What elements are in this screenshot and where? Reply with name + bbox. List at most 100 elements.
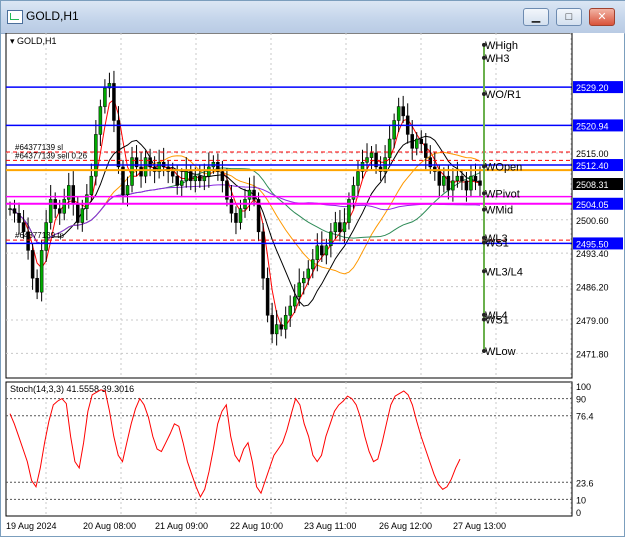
minimize-button[interactable]: ▁ bbox=[523, 8, 549, 26]
candle-body bbox=[30, 250, 35, 279]
y-tick-label: 2471.80 bbox=[576, 349, 609, 359]
candle-body bbox=[288, 305, 292, 316]
candle-body bbox=[189, 171, 193, 182]
candle-body bbox=[12, 208, 17, 214]
candle-body bbox=[437, 171, 442, 186]
candle-body bbox=[198, 175, 202, 182]
candle-body bbox=[89, 175, 94, 195]
candle-body bbox=[234, 213, 238, 223]
candle-body bbox=[442, 175, 446, 186]
order-label: #64377139 tp bbox=[15, 231, 64, 240]
candle-body bbox=[252, 189, 256, 200]
candle-body bbox=[392, 120, 396, 140]
level-label: WHigh bbox=[485, 40, 518, 52]
candle-body bbox=[57, 208, 62, 214]
candle-body bbox=[464, 180, 469, 191]
candle-body bbox=[80, 208, 85, 223]
candle-body bbox=[455, 175, 460, 182]
x-tick-label: 27 Aug 13:00 bbox=[453, 521, 506, 531]
chart-area[interactable]: 2515.00 2500.60 2493.40 2486.20 2479.00 2471.… bbox=[1, 33, 624, 536]
candle-body bbox=[311, 259, 315, 270]
candle-body bbox=[71, 185, 76, 205]
candle-body bbox=[369, 152, 374, 158]
x-tick-label: 20 Aug 08:00 bbox=[83, 521, 136, 531]
stoch-title: Stoch(14,3,3) 41.5558 39.3016 bbox=[10, 384, 134, 394]
candle-body bbox=[446, 175, 451, 191]
candle-body bbox=[320, 245, 324, 256]
candle-body bbox=[8, 208, 12, 210]
candle-body bbox=[424, 143, 428, 158]
candle-body bbox=[469, 175, 473, 191]
candle-body bbox=[139, 166, 143, 177]
candle-body bbox=[342, 222, 347, 233]
x-tick-label: 22 Aug 10:00 bbox=[230, 521, 283, 531]
window-title: GOLD,H1 bbox=[26, 9, 79, 23]
close-icon: ✕ bbox=[597, 11, 607, 23]
candle-body bbox=[39, 250, 44, 293]
x-tick-label: 19 Aug 2024 bbox=[6, 521, 57, 531]
maximize-button[interactable]: □ bbox=[556, 8, 582, 26]
candle-body bbox=[302, 277, 306, 284]
chart-app-icon bbox=[7, 10, 23, 24]
stoch-tick-label: 76.4 bbox=[576, 412, 594, 422]
y-tick-label: 2493.40 bbox=[576, 249, 609, 259]
price-box-label: 2529.20 bbox=[576, 83, 609, 93]
candle-body bbox=[315, 245, 320, 260]
y-tick-label: 2515.00 bbox=[576, 149, 609, 159]
candle-body bbox=[76, 203, 80, 223]
candle-body bbox=[220, 171, 225, 182]
candle-body bbox=[35, 277, 39, 293]
candle-body bbox=[202, 175, 207, 182]
stoch-tick-label: 23.6 bbox=[576, 478, 594, 488]
candle-body bbox=[460, 175, 464, 182]
y-tick-label: 2479.00 bbox=[576, 316, 609, 326]
level-label: WOpen bbox=[485, 161, 522, 173]
candle-body bbox=[324, 245, 329, 256]
candle-body bbox=[306, 268, 311, 279]
candle-body bbox=[451, 180, 455, 191]
candle-body bbox=[98, 106, 103, 135]
candle-body bbox=[473, 175, 478, 182]
stoch-tick-label: 10 bbox=[576, 495, 586, 505]
candle-body bbox=[17, 213, 21, 223]
y-tick-label: 2486.20 bbox=[576, 283, 609, 293]
candle-body bbox=[193, 175, 198, 182]
candle-body bbox=[279, 324, 283, 330]
level-label: WS1 bbox=[485, 315, 509, 327]
candle-body bbox=[274, 324, 279, 335]
level-label: WL3/L4 bbox=[485, 266, 523, 278]
candle-body bbox=[207, 166, 211, 177]
stoch-panel bbox=[5, 381, 573, 517]
candle-body bbox=[410, 134, 414, 149]
candle-body bbox=[401, 106, 405, 117]
candle-body bbox=[478, 180, 482, 186]
candle-body bbox=[238, 208, 243, 223]
level-label: WPivot bbox=[485, 188, 520, 200]
price-box-label: 2495.50 bbox=[576, 239, 609, 249]
level-label: WH3 bbox=[485, 53, 509, 65]
candle-body bbox=[283, 315, 288, 330]
candle-body bbox=[387, 138, 392, 158]
x-tick-label: 21 Aug 09:00 bbox=[155, 521, 208, 531]
y-tick-label: 2500.60 bbox=[576, 216, 609, 226]
x-tick-label: 23 Aug 11:00 bbox=[304, 521, 356, 531]
close-button[interactable]: ✕ bbox=[589, 8, 615, 26]
candle-body bbox=[125, 185, 130, 195]
candle-body bbox=[265, 277, 270, 316]
candle-body bbox=[184, 171, 188, 182]
candle-body bbox=[338, 222, 342, 233]
title-bar[interactable]: GOLD,H1 ▁ □ ✕ bbox=[1, 1, 625, 34]
candle-body bbox=[396, 106, 401, 121]
candle-body bbox=[62, 199, 66, 214]
candle-body bbox=[333, 222, 338, 233]
candle-body bbox=[175, 175, 179, 186]
order-label: #64377139 sell 0.26 bbox=[15, 151, 88, 160]
level-label: WO/R1 bbox=[485, 89, 521, 101]
candle-body bbox=[292, 296, 297, 307]
price-box-label: 2520.94 bbox=[576, 121, 609, 131]
candle-body bbox=[112, 83, 116, 121]
candle-body bbox=[270, 315, 274, 335]
maximize-icon: □ bbox=[565, 11, 573, 23]
chart-symbol-label: ▾ GOLD,H1 bbox=[10, 36, 57, 46]
price-box-label: 2504.05 bbox=[576, 200, 609, 210]
